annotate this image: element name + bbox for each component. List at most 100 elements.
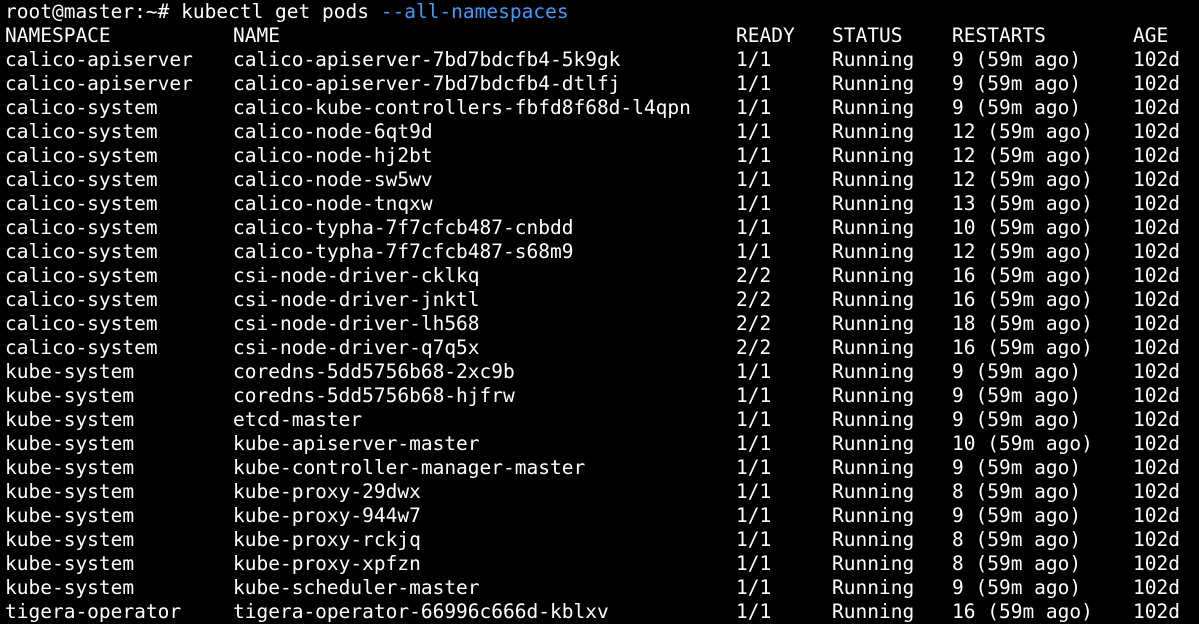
row-age: 102d [1133,552,1180,575]
row-name: tigera-operator-66996c666d-kblxv [233,600,609,623]
row-name: coredns-5dd5756b68-2xc9b [233,360,515,383]
row-name: kube-proxy-rckjq [233,528,421,551]
header-namespace: NAMESPACE [5,24,111,47]
row-restarts: 18 (59m ago) [952,312,1093,335]
header-ready: READY [736,24,795,47]
row-age: 102d [1133,216,1180,239]
row-age: 102d [1133,192,1180,215]
row-age: 102d [1133,144,1180,167]
row-age: 102d [1133,528,1180,551]
row-status: Running [832,432,915,455]
row-age: 102d [1133,576,1180,599]
row-ready: 1/1 [736,168,772,191]
row-status: Running [832,192,915,215]
row-ready: 2/2 [736,312,772,335]
row-namespace: kube-system [5,504,135,527]
row-restarts: 9 (59m ago) [952,576,1082,599]
row-restarts: 9 (59m ago) [952,48,1082,71]
row-age: 102d [1133,312,1180,335]
row-name: calico-typha-7f7cfcb487-s68m9 [233,240,574,263]
row-namespace: calico-system [5,168,158,191]
row-namespace: kube-system [5,360,135,383]
row-restarts: 9 (59m ago) [952,504,1082,527]
row-age: 102d [1133,48,1180,71]
row-name: calico-node-tnqxw [233,192,433,215]
row-namespace: kube-system [5,456,135,479]
row-status: Running [832,96,915,119]
row-name: kube-proxy-944w7 [233,504,421,527]
row-name: csi-node-driver-lh568 [233,312,480,335]
row-name: calico-node-6qt9d [233,120,433,143]
row-status: Running [832,48,915,71]
row-name: kube-controller-manager-master [233,456,586,479]
row-restarts: 9 (59m ago) [952,456,1082,479]
row-namespace: kube-system [5,408,135,431]
row-status: Running [832,216,915,239]
row-name: kube-apiserver-master [233,432,480,455]
row-ready: 1/1 [736,552,772,575]
row-restarts: 9 (59m ago) [952,384,1082,407]
row-status: Running [832,336,915,359]
row-restarts: 9 (59m ago) [952,96,1082,119]
row-namespace: kube-system [5,384,135,407]
row-namespace: calico-system [5,240,158,263]
row-name: calico-apiserver-7bd7bdcfb4-5k9gk [233,48,621,71]
row-namespace: kube-system [5,432,135,455]
row-status: Running [832,240,915,263]
row-ready: 1/1 [736,48,772,71]
row-namespace: kube-system [5,552,135,575]
row-status: Running [832,552,915,575]
row-namespace: calico-system [5,96,158,119]
row-restarts: 13 (59m ago) [952,192,1093,215]
table-header: NAMESPACE NAME READY STATUS RESTARTS AGE [5,24,1168,48]
row-age: 102d [1133,600,1180,623]
row-status: Running [832,120,915,143]
row-age: 102d [1133,168,1180,191]
row-restarts: 8 (59m ago) [952,552,1082,575]
row-restarts: 16 (59m ago) [952,288,1093,311]
row-restarts: 12 (59m ago) [952,168,1093,191]
row-age: 102d [1133,384,1180,407]
row-name: calico-node-hj2bt [233,144,433,167]
row-restarts: 10 (59m ago) [952,216,1093,239]
row-ready: 1/1 [736,528,772,551]
row-restarts: 12 (59m ago) [952,144,1093,167]
prompt-command: kubectl get pods [181,0,369,23]
row-ready: 2/2 [736,264,772,287]
row-restarts: 16 (59m ago) [952,336,1093,359]
row-status: Running [832,456,915,479]
row-name: calico-apiserver-7bd7bdcfb4-dtlfj [233,72,621,95]
row-ready: 1/1 [736,96,772,119]
row-ready: 1/1 [736,72,772,95]
row-age: 102d [1133,504,1180,527]
row-ready: 1/1 [736,384,772,407]
row-restarts: 8 (59m ago) [952,480,1082,503]
row-age: 102d [1133,288,1180,311]
row-ready: 1/1 [736,240,772,263]
row-name: kube-proxy-xpfzn [233,552,421,575]
row-restarts: 9 (59m ago) [952,360,1082,383]
row-namespace: calico-system [5,144,158,167]
row-status: Running [832,264,915,287]
row-age: 102d [1133,240,1180,263]
prompt-user-host: root@master:~# [5,0,170,23]
row-ready: 1/1 [736,456,772,479]
row-restarts: 12 (59m ago) [952,120,1093,143]
terminal-window[interactable]: root@master:~# kubectl get pods --all-na… [0,0,1199,624]
row-namespace: kube-system [5,480,135,503]
row-name: csi-node-driver-q7q5x [233,336,480,359]
row-status: Running [832,360,915,383]
row-namespace: calico-apiserver [5,48,193,71]
row-name: kube-proxy-29dwx [233,480,421,503]
row-namespace: calico-system [5,312,158,335]
prompt-flag: --all-namespaces [380,0,569,23]
row-status: Running [832,600,915,623]
row-namespace: calico-apiserver [5,72,193,95]
row-ready: 1/1 [736,408,772,431]
row-age: 102d [1133,96,1180,119]
row-ready: 1/1 [736,216,772,239]
row-age: 102d [1133,264,1180,287]
command-prompt-line: root@master:~# kubectl get pods --all-na… [5,0,569,24]
row-ready: 1/1 [736,480,772,503]
row-age: 102d [1133,360,1180,383]
